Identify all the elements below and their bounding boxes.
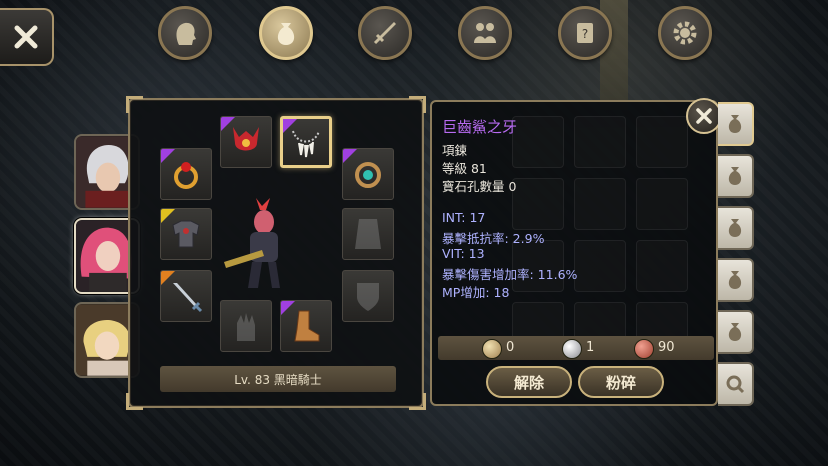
shield-icon: [357, 283, 379, 311]
item-attribute: INT: 17: [442, 210, 486, 225]
sell-price-bar: 0 1 90: [438, 336, 714, 360]
slot-ring-left[interactable]: [160, 148, 212, 200]
item-attribute: 暴擊傷害增加率: 11.6%: [442, 267, 578, 282]
item-attribute: VIT: 13: [442, 246, 485, 261]
slot-shield[interactable]: [342, 270, 394, 322]
bag-icon: [277, 23, 295, 45]
gear-icon: [673, 21, 697, 45]
people-icon: [474, 23, 496, 43]
item-attribute: MP增加: 18: [442, 285, 510, 300]
head-silhouette-icon: [176, 22, 196, 45]
equipment-panel: Lv. 83 黑暗騎士: [126, 96, 426, 410]
item-type: 項鍊: [442, 143, 468, 158]
bag-tab-3[interactable]: [718, 206, 754, 250]
bag-tab-2[interactable]: [718, 154, 754, 198]
rarity-marker: [281, 301, 295, 315]
copper-coin-icon: [634, 339, 654, 359]
sword-icon: [373, 22, 396, 45]
silver-value: 1: [586, 340, 595, 355]
slot-weapon[interactable]: [160, 270, 212, 322]
inventory-tab[interactable]: [259, 6, 313, 60]
smash-button[interactable]: 粉碎: [578, 366, 664, 398]
panel-corner: [126, 96, 143, 113]
bag-tab-5[interactable]: [718, 310, 754, 354]
copper-value: 90: [658, 340, 675, 355]
rarity-marker: [343, 149, 357, 163]
glove-icon: [237, 313, 255, 341]
bag-tab-4[interactable]: [718, 258, 754, 302]
bag-tab-1[interactable]: [718, 102, 754, 146]
rarity-marker: [161, 209, 175, 223]
character-sprite: [224, 198, 280, 288]
slot-boots[interactable]: [280, 300, 332, 352]
panel-corner: [409, 96, 426, 113]
close-detail-button[interactable]: [686, 98, 722, 134]
slot-gloves[interactable]: [220, 300, 272, 352]
cloak-icon: [355, 219, 381, 249]
gold-coin-icon: [482, 339, 502, 359]
item-attribute: 暴擊抵抗率: 2.9%: [442, 231, 545, 246]
close-icon: [696, 108, 712, 124]
character-level-label: Lv. 83 黑暗騎士: [160, 366, 396, 392]
slot-helmet[interactable]: [220, 116, 272, 168]
quest-tab[interactable]: ?: [558, 6, 612, 60]
slot-armor[interactable]: [160, 208, 212, 260]
rarity-marker: [221, 117, 235, 131]
bag-icon: [728, 323, 742, 341]
unequip-button[interactable]: 解除: [486, 366, 572, 398]
bag-search-tab[interactable]: [718, 362, 754, 406]
item-level: 等級 81: [442, 161, 487, 176]
panel-corner: [126, 393, 143, 410]
panel-corner: [409, 393, 426, 410]
rarity-marker: [161, 149, 175, 163]
bag-icon: [728, 271, 742, 289]
silver-coin-icon: [562, 339, 582, 359]
slot-cloak[interactable]: [342, 208, 394, 260]
search-icon: [726, 375, 745, 394]
gold-value: 0: [506, 340, 515, 355]
close-menu-button[interactable]: [0, 8, 54, 66]
party-tab[interactable]: [458, 6, 512, 60]
character-tab[interactable]: [158, 6, 212, 60]
scroll-icon: ?: [577, 23, 593, 43]
skills-tab[interactable]: [358, 6, 412, 60]
slot-ring-right[interactable]: [342, 148, 394, 200]
settings-tab[interactable]: [658, 6, 712, 60]
bag-icon: [728, 219, 742, 237]
item-sockets: 寶石孔數量 0: [442, 179, 517, 194]
bag-icon: [728, 167, 742, 185]
rarity-marker: [283, 119, 297, 133]
item-name: 巨齒鯊之牙: [442, 118, 518, 136]
svg-text:?: ?: [582, 27, 588, 41]
bag-icon: [728, 115, 742, 133]
slot-necklace[interactable]: [280, 116, 332, 168]
rarity-marker: [161, 271, 175, 285]
close-icon: [14, 25, 38, 49]
item-detail-panel: 巨齒鯊之牙 項鍊 等級 81 寶石孔數量 0 INT: 17 暴擊抵抗率: 2.…: [430, 100, 718, 406]
